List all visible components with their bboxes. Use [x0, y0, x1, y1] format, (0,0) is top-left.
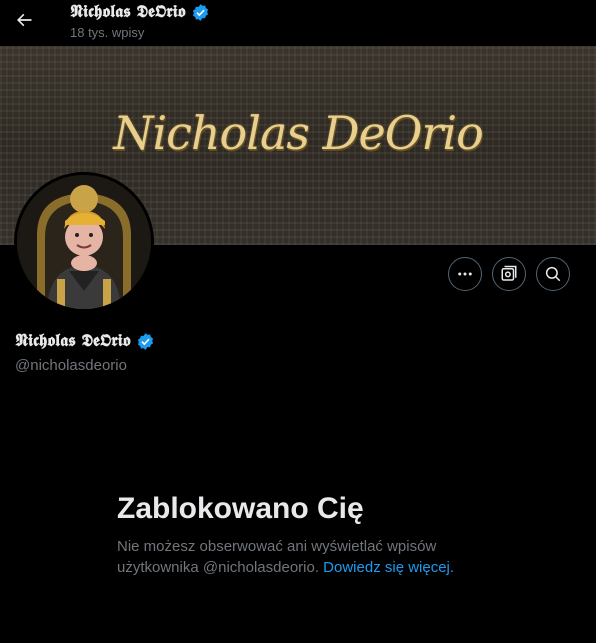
more-options-button[interactable]: [448, 257, 482, 291]
back-button[interactable]: [10, 6, 38, 34]
avatar[interactable]: [14, 172, 154, 312]
subscriptions-button[interactable]: [492, 257, 526, 291]
posts-count: 18 tys. wpisy: [70, 25, 145, 40]
blocked-message: Nie możesz obserwować ani wyświetlać wpi…: [117, 536, 497, 578]
search-icon: [545, 266, 561, 282]
profile-header: 𝕹𝖎𝖈𝖍𝖔𝖑𝖆𝖘 𝕯𝖊𝕺𝖗𝖎𝖔 18 tys. wpisy: [0, 0, 596, 46]
profile-display-name: 𝕹𝖎𝖈𝖍𝖔𝖑𝖆𝖘 𝕯𝖊𝕺𝖗𝖎𝖔: [15, 331, 155, 351]
verified-badge-icon: [193, 3, 209, 21]
header-name-text: 𝕹𝖎𝖈𝖍𝖔𝖑𝖆𝖘 𝕯𝖊𝕺𝖗𝖎𝖔: [70, 2, 186, 22]
learn-more-link[interactable]: Dowiedz się więcej.: [323, 559, 454, 576]
header-display-name: 𝕹𝖎𝖈𝖍𝖔𝖑𝖆𝖘 𝕯𝖊𝕺𝖗𝖎𝖔: [70, 2, 210, 22]
profile-name-text: 𝕹𝖎𝖈𝖍𝖔𝖑𝖆𝖘 𝕯𝖊𝕺𝖗𝖎𝖔: [15, 331, 131, 351]
search-profile-button[interactable]: [536, 257, 570, 291]
arrow-left-icon: [17, 13, 32, 27]
blocked-title: Zablokowano Cię: [117, 492, 364, 525]
banner-logo-text: Nicholas DeOrio: [113, 106, 484, 160]
more-icon: [458, 272, 472, 276]
verified-badge-icon[interactable]: [136, 332, 155, 351]
avatar-image: [17, 175, 151, 309]
subscriptions-icon: [501, 265, 517, 281]
profile-handle: @nicholasdeorio: [15, 357, 127, 374]
